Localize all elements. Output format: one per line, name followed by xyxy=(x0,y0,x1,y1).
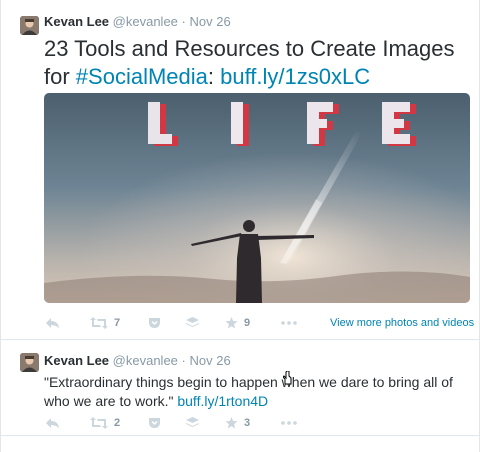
pocket-icon[interactable] xyxy=(148,315,161,331)
timeline: Kevan Lee @kevanlee · Nov 26 23 Tools an… xyxy=(0,0,480,452)
favorite-count: 3 xyxy=(244,417,251,429)
favorite-button[interactable]: 3 xyxy=(225,415,250,431)
retweet-icon xyxy=(90,317,108,329)
reply-icon[interactable] xyxy=(46,315,60,331)
tweet[interactable]: Kevan Lee @kevanlee · Nov 26 "Extraordin… xyxy=(1,341,479,436)
reply-icon[interactable] xyxy=(46,415,60,431)
favorite-count: 9 xyxy=(244,317,251,329)
view-more-link[interactable]: View more photos and videos xyxy=(330,315,474,331)
more-icon[interactable] xyxy=(281,315,297,331)
buffer-icon[interactable] xyxy=(186,415,199,431)
separator: · xyxy=(181,14,186,29)
user-handle[interactable]: @kevanlee xyxy=(113,14,178,29)
tweet-actions: 2 3 xyxy=(44,415,474,431)
tweet-date[interactable]: Nov 26 xyxy=(190,353,231,368)
separator: · xyxy=(181,353,186,368)
tweet-date[interactable]: Nov 26 xyxy=(190,14,231,29)
pocket-icon[interactable] xyxy=(148,415,161,431)
tweet-photo[interactable] xyxy=(44,93,470,303)
url-link[interactable]: buff.ly/1zs0xLC xyxy=(220,64,370,89)
retweet-button[interactable]: 2 xyxy=(90,415,120,431)
hashtag-link[interactable]: #SocialMedia xyxy=(76,64,208,89)
star-icon xyxy=(225,417,238,429)
retweet-count: 2 xyxy=(114,417,121,429)
retweet-button[interactable]: 7 xyxy=(90,315,120,331)
retweet-count: 7 xyxy=(114,317,121,329)
url-link[interactable]: buff.ly/1rton4D xyxy=(177,393,268,409)
tweet[interactable]: Kevan Lee @kevanlee · Nov 26 23 Tools an… xyxy=(1,0,479,340)
star-icon xyxy=(225,317,238,329)
user-handle[interactable]: @kevanlee xyxy=(113,353,178,368)
tweet-actions: 7 9 View more photos and videos xyxy=(44,315,474,331)
avatar[interactable] xyxy=(20,16,39,35)
mouse-cursor-icon xyxy=(283,371,292,385)
media-word xyxy=(44,93,470,163)
tweet-header: Kevan Lee @kevanlee · Nov 26 xyxy=(44,353,231,369)
favorite-button[interactable]: 9 xyxy=(225,315,250,331)
user-name[interactable]: Kevan Lee xyxy=(44,14,109,29)
retweet-icon xyxy=(90,417,108,429)
user-name[interactable]: Kevan Lee xyxy=(44,353,109,368)
more-icon[interactable] xyxy=(281,415,297,431)
tweet-text: "Extraordinary things begin to happen wh… xyxy=(44,373,464,411)
tweet-header: Kevan Lee @kevanlee · Nov 26 xyxy=(44,14,231,30)
avatar[interactable] xyxy=(20,353,39,372)
tweet-text-colon: : xyxy=(207,64,221,89)
buffer-icon[interactable] xyxy=(186,315,199,331)
tweet-text: 23 Tools and Resources to Create Images … xyxy=(44,35,474,91)
